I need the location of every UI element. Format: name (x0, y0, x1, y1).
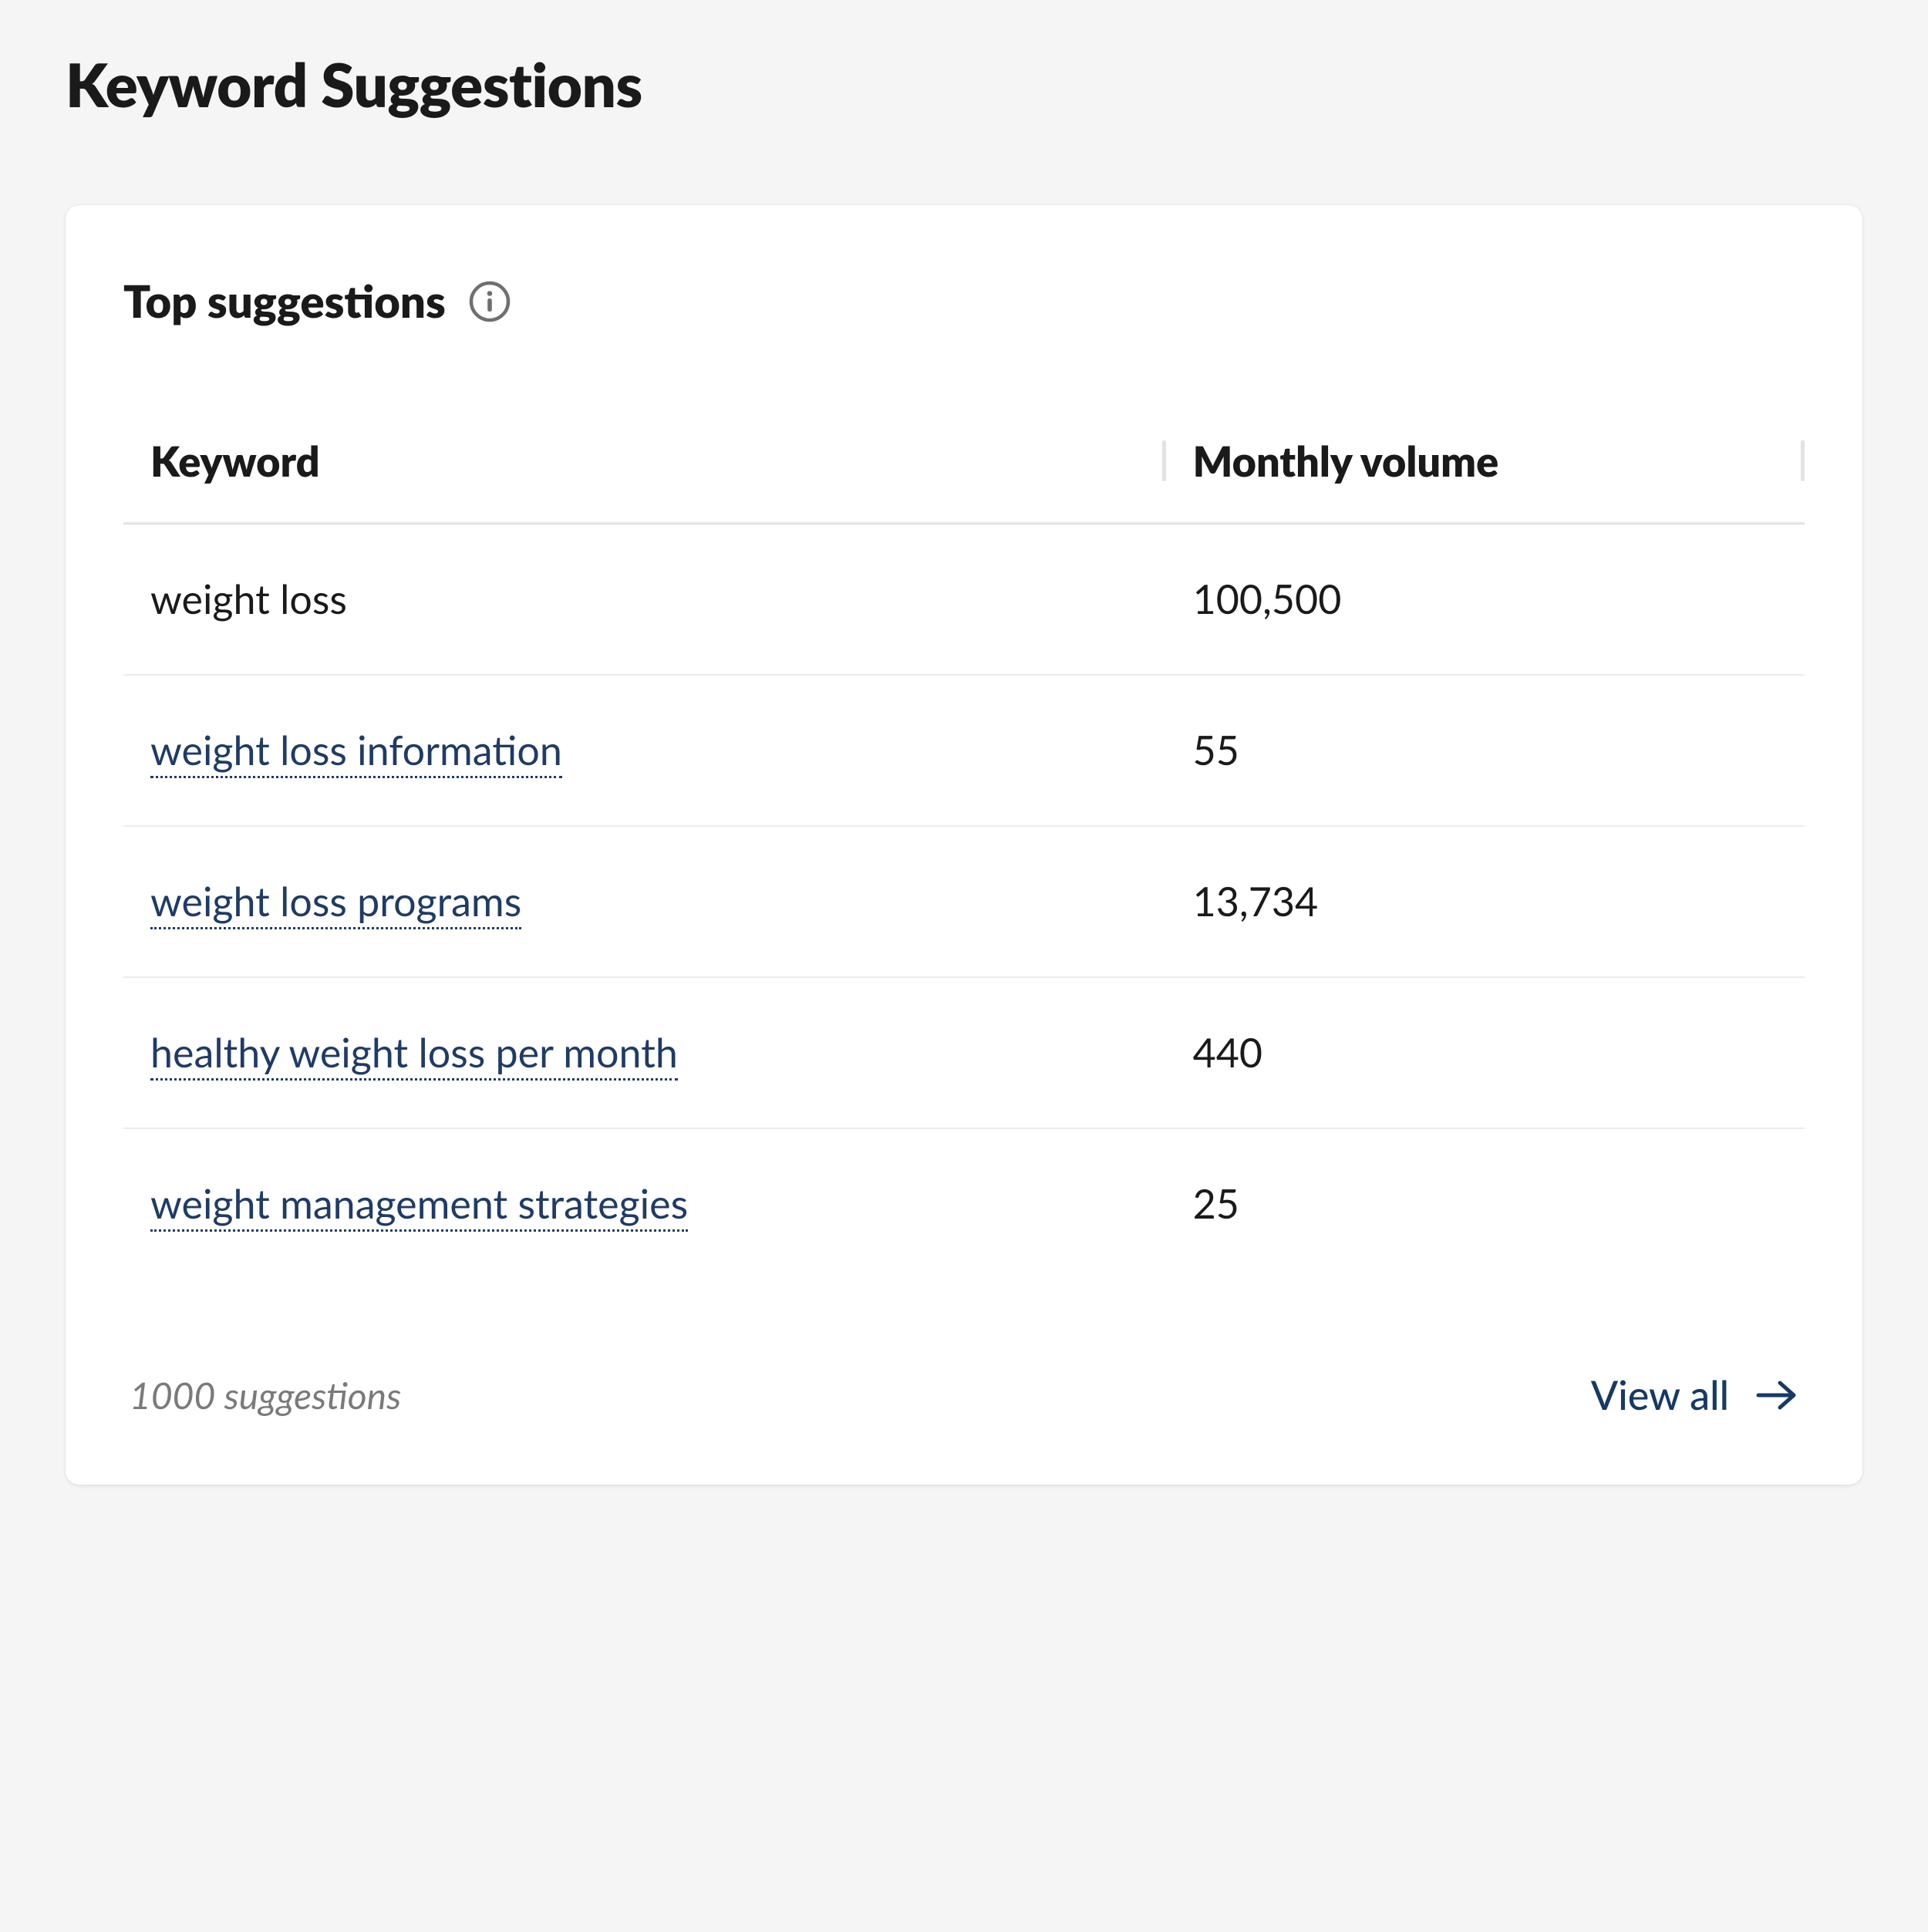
keyword-link[interactable]: weight loss information (150, 727, 562, 778)
view-all-link[interactable]: View all (1591, 1371, 1798, 1419)
keyword-link[interactable]: weight management strategies (150, 1180, 688, 1232)
table-row: weight management strategies 25 (123, 1129, 1805, 1279)
table-row: weight loss programs 13,734 (123, 827, 1805, 978)
column-divider (1801, 440, 1805, 481)
view-all-label: View all (1591, 1371, 1729, 1419)
suggestions-count: 1000 suggestions (130, 1374, 401, 1418)
volume-text: 55 (1193, 727, 1239, 774)
suggestions-table: Keyword Monthly volume weight loss 100,5… (123, 436, 1805, 1279)
table-row: weight loss 100,500 (123, 524, 1805, 676)
keyword-link[interactable]: healthy weight loss per month (150, 1029, 678, 1081)
card-footer: 1000 suggestions View all (123, 1371, 1805, 1419)
keyword-text: weight loss (150, 575, 347, 623)
card-header: Top suggestions (123, 275, 1805, 328)
arrow-right-icon (1755, 1377, 1798, 1414)
suggestions-card: Top suggestions Keyword Monthly volume (66, 205, 1862, 1485)
volume-text: 13,734 (1193, 878, 1319, 926)
column-header-keyword-label: Keyword (150, 436, 320, 486)
info-icon[interactable] (469, 281, 511, 322)
volume-text: 25 (1193, 1180, 1239, 1228)
card-title: Top suggestions (123, 275, 446, 328)
column-header-volume[interactable]: Monthly volume (1166, 436, 1805, 486)
table-row: weight loss information 55 (123, 676, 1805, 827)
keyword-link[interactable]: weight loss programs (150, 878, 521, 929)
column-header-keyword[interactable]: Keyword (123, 436, 1166, 486)
table-header-row: Keyword Monthly volume (123, 436, 1805, 524)
volume-text: 100,500 (1193, 575, 1342, 623)
page-title: Keyword Suggestions (66, 48, 1862, 120)
column-header-volume-label: Monthly volume (1193, 436, 1499, 486)
table-row: healthy weight loss per month 440 (123, 978, 1805, 1129)
volume-text: 440 (1193, 1029, 1262, 1077)
